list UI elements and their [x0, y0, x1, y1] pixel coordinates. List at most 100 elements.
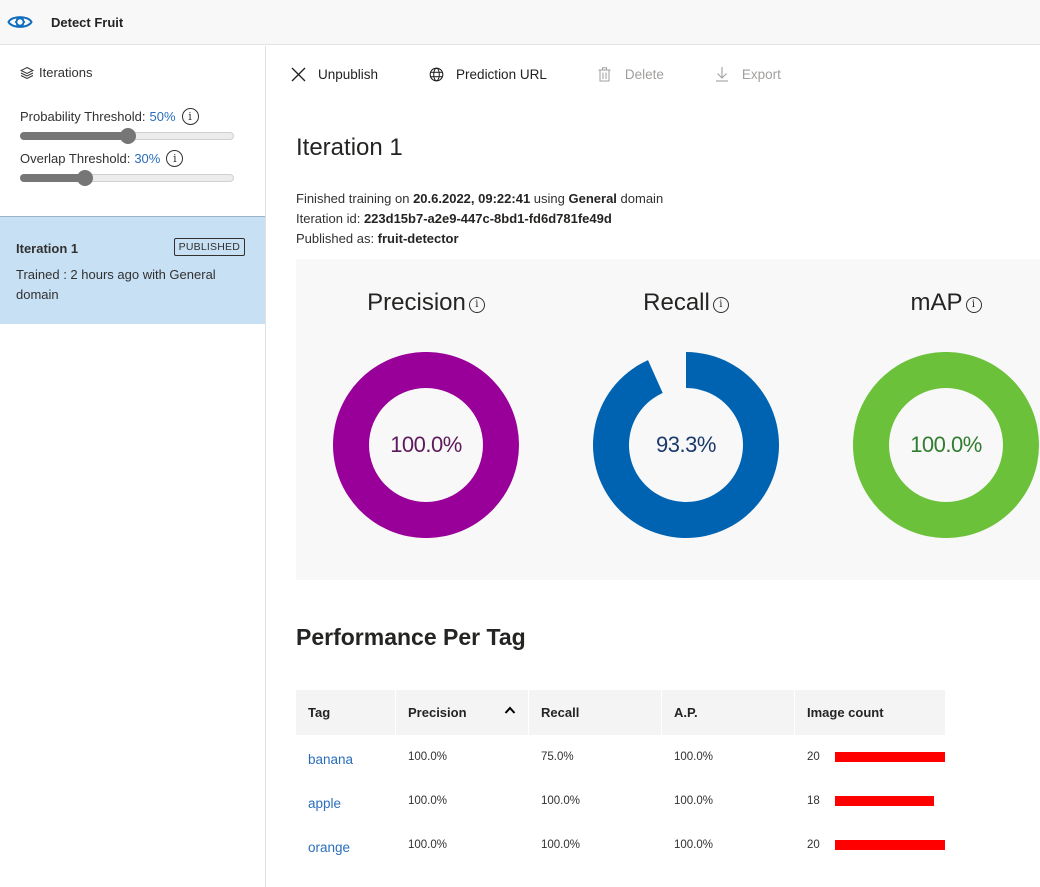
layers-icon [19, 66, 35, 80]
prediction-url-label: Prediction URL [456, 66, 547, 82]
export-label: Export [741, 66, 781, 82]
prediction-url-button[interactable]: Prediction URL [428, 66, 547, 82]
app-title: Detect Fruit [51, 14, 124, 30]
column-label: Recall [541, 705, 580, 720]
close-icon [290, 66, 306, 82]
eye-gear-icon[interactable] [6, 12, 34, 32]
column-label: Image count [807, 705, 884, 720]
overlap-threshold-value: 30% [134, 151, 161, 166]
metric-label: Recall i [586, 289, 786, 317]
metric-label-text: Recall [643, 289, 710, 316]
unpublish-button[interactable]: Unpublish [290, 66, 378, 82]
precision-cell: 100.0% [408, 795, 448, 807]
training-info-suffix: domain [616, 191, 664, 206]
probability-threshold-text: Probability Threshold: [20, 109, 146, 124]
metric-label: mAP i [846, 289, 1040, 317]
ap-cell: 100.0% [674, 751, 714, 763]
metric-value: 100.0% [390, 432, 462, 457]
iteration-name: Iteration 1 [16, 241, 79, 256]
globe-icon [428, 66, 444, 82]
image-count-cell: 18 [795, 795, 945, 807]
iterations-label: Iterations [39, 65, 93, 80]
top-bar: Detect Fruit [0, 0, 1040, 45]
training-info-prefix: Finished training on [296, 191, 414, 206]
slider-thumb[interactable] [77, 170, 94, 186]
image-count-bar [835, 752, 945, 762]
training-info: Finished training on 20.6.2022, 09:22:41… [296, 191, 663, 206]
table-body: banana 100.0% 75.0% 100.0% 20 apple 100.… [296, 735, 946, 867]
column-label: A.P. [674, 705, 698, 720]
column-header-tag[interactable]: Tag [296, 690, 395, 735]
tag-link[interactable]: orange [296, 836, 395, 855]
slider-fill [20, 132, 129, 140]
image-count-value: 18 [807, 795, 820, 807]
info-icon[interactable]: i [166, 150, 184, 167]
column-label: Precision [408, 705, 467, 720]
precision-cell: 100.0% [408, 839, 448, 851]
page-title: Iteration 1 [296, 134, 403, 161]
column-header-image-count[interactable]: Image count [795, 690, 945, 735]
info-icon[interactable]: i [468, 297, 485, 313]
image-count-bar [835, 840, 945, 850]
performance-title: Performance Per Tag [296, 624, 526, 650]
metric-value: 100.0% [910, 432, 982, 457]
probability-threshold-label: Probability Threshold: 50% i [20, 108, 199, 125]
table-header: Tag Precision Recall A.P. Image count [296, 690, 946, 735]
image-count-value: 20 [807, 839, 820, 851]
info-icon[interactable]: i [181, 108, 199, 125]
ap-cell: 100.0% [674, 795, 714, 807]
iteration-id-info: Iteration id: 223d15b7-a2e9-447c-8bd1-fd… [296, 211, 612, 226]
tag-link[interactable]: apple [296, 792, 395, 811]
training-date: 20.6.2022, 09:22:41 [413, 191, 531, 206]
sort-ascending-icon [504, 703, 516, 717]
published-badge: PUBLISHED [173, 238, 245, 256]
iteration-id-label: Iteration id: [296, 211, 364, 226]
metric-value: 93.3% [656, 432, 716, 457]
export-button[interactable]: Export [714, 66, 781, 82]
training-info-using: using [530, 191, 569, 206]
recall-cell: 100.0% [541, 839, 581, 851]
table-row: apple 100.0% 100.0% 100.0% 18 [296, 779, 946, 823]
delete-label: Delete [624, 66, 664, 82]
image-count-value: 20 [807, 751, 820, 763]
precision-cell: 100.0% [408, 751, 448, 763]
unpublish-label: Unpublish [318, 66, 379, 82]
published-as-info: Published as: fruit-detector [296, 231, 459, 246]
metric-label-text: Precision [367, 289, 466, 316]
ap-cell: 100.0% [674, 839, 714, 851]
metric-label: Precision i [326, 289, 526, 317]
image-count-bar [835, 796, 934, 806]
iteration-id: 223d15b7-a2e9-447c-8bd1-fd6d781fe49d [363, 211, 612, 226]
tag-link[interactable]: banana [296, 748, 395, 767]
metric-label-text: mAP [910, 289, 963, 316]
sidebar: Iterations Probability Threshold: 50% i … [0, 46, 266, 887]
table-row: banana 100.0% 75.0% 100.0% 20 [296, 735, 946, 779]
slider-thumb[interactable] [120, 128, 136, 144]
performance-table: Tag Precision Recall A.P. Image count ba… [296, 690, 946, 867]
published-name: fruit-detector [377, 231, 459, 246]
iteration-description: Trained : 2 hours ago with General domai… [16, 267, 216, 302]
column-header-recall[interactable]: Recall [529, 690, 661, 735]
metrics-panel: Precision i 100.0% Recall i 93.3% mAP i … [296, 259, 1040, 580]
iteration-list-item[interactable]: Iteration 1 PUBLISHED Trained : 2 hours … [0, 216, 265, 324]
table-row: orange 100.0% 100.0% 100.0% 20 [296, 823, 946, 867]
overlap-threshold-label: Overlap Threshold: 30% i [20, 150, 184, 167]
probability-threshold-slider[interactable] [20, 128, 234, 144]
info-icon[interactable]: i [712, 297, 729, 313]
overlap-threshold-text: Overlap Threshold: [20, 151, 131, 166]
published-as-label: Published as: [296, 231, 378, 246]
download-icon [714, 66, 730, 82]
column-label: Tag [308, 705, 331, 720]
trash-icon [597, 66, 613, 82]
training-domain: General [568, 191, 617, 206]
overlap-threshold-slider[interactable] [20, 170, 234, 186]
image-count-cell: 20 [795, 751, 945, 763]
column-header-precision[interactable]: Precision [396, 690, 528, 735]
column-header-ap[interactable]: A.P. [662, 690, 794, 735]
image-count-cell: 20 [795, 839, 945, 851]
probability-threshold-value: 50% [149, 109, 176, 124]
info-icon[interactable]: i [965, 297, 982, 313]
delete-button[interactable]: Delete [597, 66, 664, 82]
toolbar: Unpublish Prediction URL Delete Export [290, 62, 831, 86]
recall-cell: 100.0% [541, 795, 581, 807]
